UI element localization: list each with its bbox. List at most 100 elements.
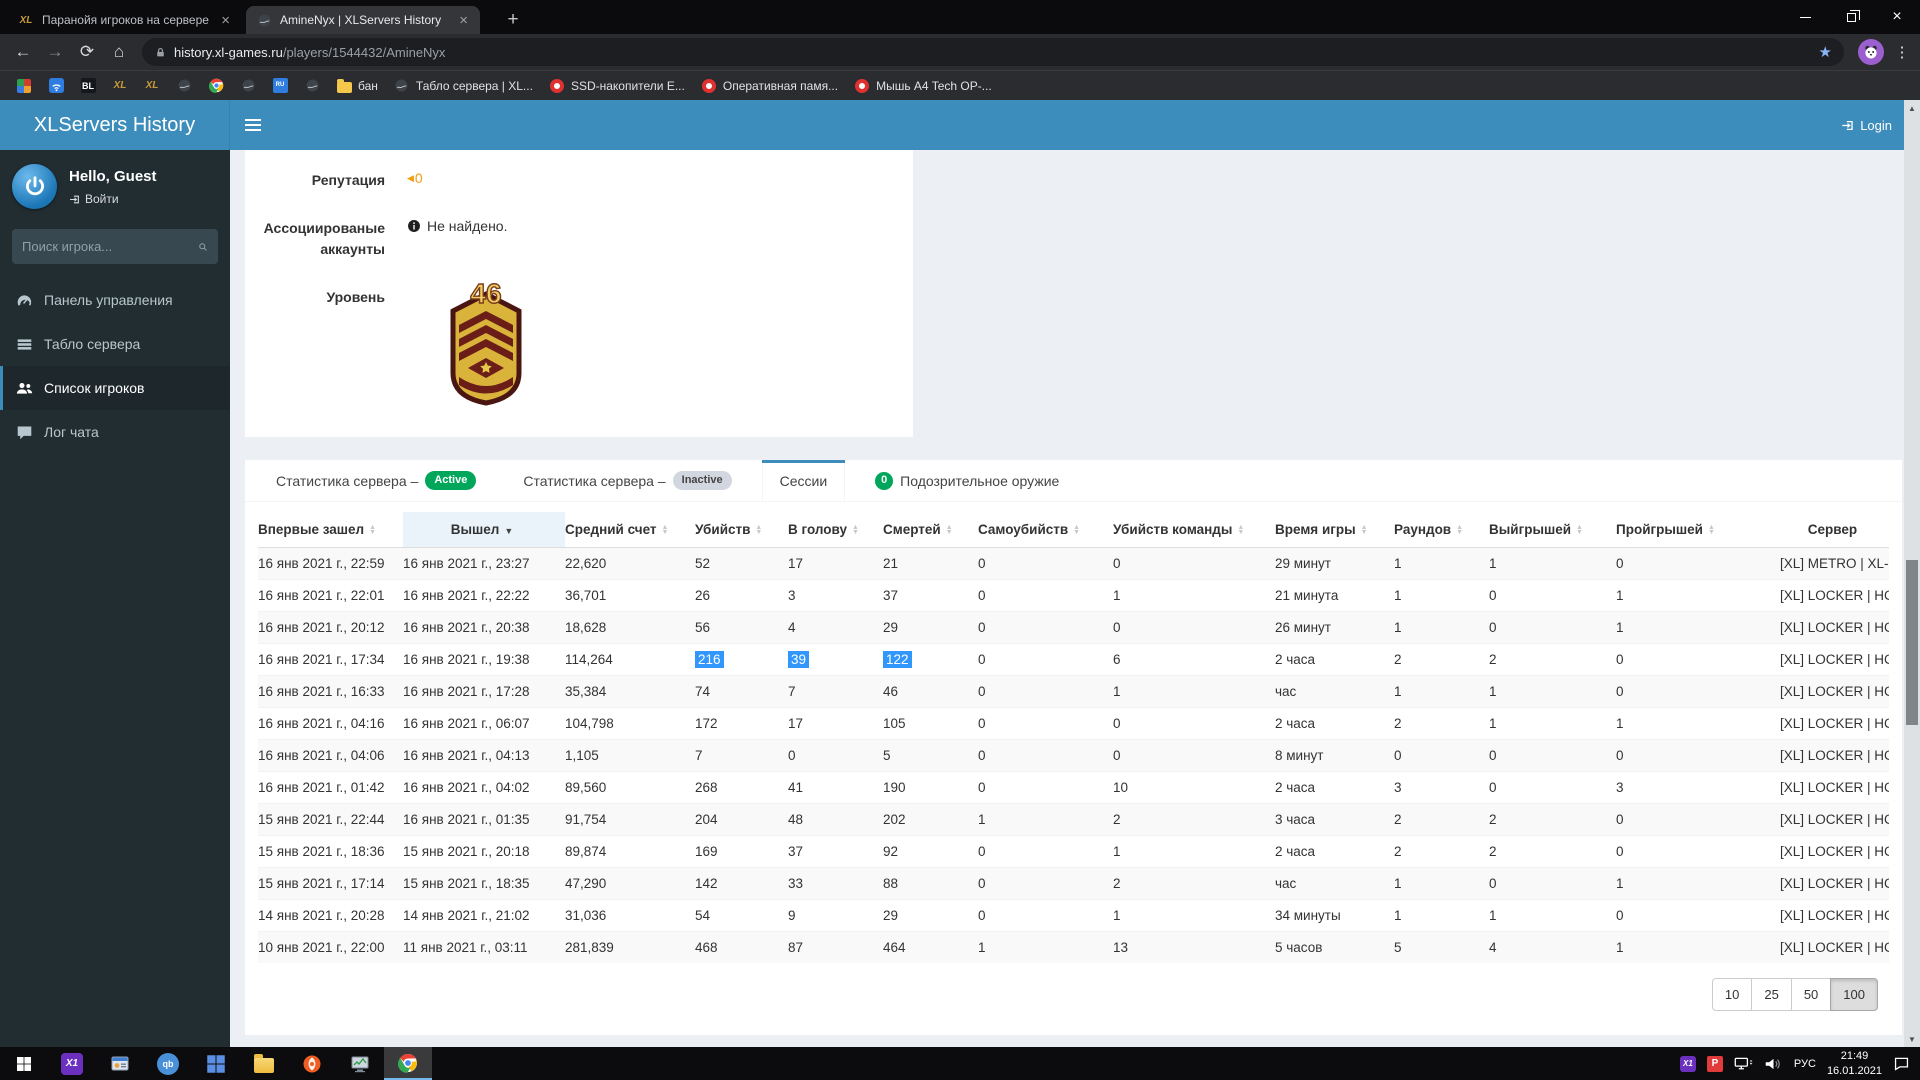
column-header-Раундов[interactable]: Раундов ▲ ▼ bbox=[1394, 512, 1489, 548]
x1-tray-icon[interactable]: X1 bbox=[1679, 1055, 1696, 1072]
bookmark-item[interactable]: Табло сервера | XL... bbox=[388, 76, 539, 96]
cell: 142 bbox=[695, 867, 788, 900]
table-row: 15 янв 2021 г., 18:36 15 янв 2021 г., 20:… bbox=[258, 835, 1889, 868]
forward-button[interactable]: → bbox=[40, 38, 70, 66]
browser-profile-avatar[interactable] bbox=[1858, 39, 1884, 65]
column-header-Пройгрышей[interactable]: Пройгрышей ▲ ▼ bbox=[1616, 512, 1780, 548]
sidebar-item-table[interactable]: Табло сервера bbox=[0, 322, 230, 366]
stats-card: Статистика сервера – Active Статистика сер… bbox=[245, 460, 1902, 1035]
level-label: Уровень bbox=[326, 288, 385, 305]
taskbar-app-origin[interactable] bbox=[288, 1047, 336, 1080]
header-login-button[interactable]: Login bbox=[1841, 100, 1892, 150]
bookmark-item[interactable] bbox=[202, 76, 230, 96]
scrollbar-thumb[interactable] bbox=[1906, 560, 1918, 725]
bookmark-item[interactable]: BL bbox=[74, 76, 102, 96]
tab-server-stats-1[interactable]: Статистика сервера – Active bbox=[259, 460, 493, 501]
column-header-Время игры[interactable]: Время игры ▲ ▼ bbox=[1275, 512, 1394, 548]
page-size-100[interactable]: 100 bbox=[1830, 978, 1878, 1011]
bookmark-item[interactable]: Мышь A4 Tech OP-... bbox=[848, 76, 998, 96]
page-size-25[interactable]: 25 bbox=[1751, 978, 1792, 1011]
sidebar-toggle-button[interactable] bbox=[230, 100, 276, 150]
start-button[interactable] bbox=[0, 1047, 48, 1080]
table-row: 14 янв 2021 г., 20:28 14 янв 2021 г., 21:… bbox=[258, 899, 1889, 932]
column-header-Убийств[interactable]: Убийств ▲ ▼ bbox=[695, 512, 788, 548]
sidebar-item-players[interactable]: Список игроков bbox=[0, 366, 230, 410]
cell: 16 янв 2021 г., 04:06 bbox=[258, 739, 403, 772]
window-minimize-button[interactable] bbox=[1782, 0, 1828, 34]
language-indicator[interactable]: РУС bbox=[1794, 1058, 1816, 1070]
taskbar-app-x1[interactable]: X1 bbox=[48, 1047, 96, 1080]
window-close-button[interactable]: × bbox=[1874, 0, 1920, 34]
player-search-input[interactable] bbox=[22, 239, 198, 254]
network-icon[interactable] bbox=[1734, 1057, 1753, 1071]
bookmark-item[interactable]: бан bbox=[330, 76, 384, 96]
tab-suspicious-weapons[interactable]: 0 Подозрительное оружие bbox=[858, 460, 1076, 501]
tab-server-stats-2[interactable]: Статистика сервера – Inactive bbox=[506, 460, 748, 501]
reload-button[interactable]: ⟳ bbox=[72, 38, 102, 66]
address-bar[interactable]: history.xl-games.ru/players/1544432/Amin… bbox=[142, 38, 1844, 66]
sidebar-item-label: Список игроков bbox=[44, 380, 145, 396]
wifi-icon bbox=[48, 78, 64, 94]
column-header-Смертей[interactable]: Смертей ▲ ▼ bbox=[883, 512, 978, 548]
page-size-10[interactable]: 10 bbox=[1711, 978, 1753, 1011]
bookmark-star-icon[interactable]: ★ bbox=[1819, 43, 1832, 61]
browser-tab-active[interactable]: AmineNyx | XLServers History × bbox=[246, 6, 480, 34]
cell: 87 bbox=[788, 931, 883, 963]
column-header-В голову[interactable]: В голову ▲ ▼ bbox=[788, 512, 883, 548]
column-header-Вышел[interactable]: Вышел ▼ bbox=[403, 512, 565, 548]
column-header-Средний счет[interactable]: Средний счет ▲ ▼ bbox=[565, 512, 695, 548]
taskbar-app-sysprop[interactable] bbox=[96, 1047, 144, 1080]
bookmark-item[interactable] bbox=[298, 76, 326, 96]
taskbar-app-chrome[interactable] bbox=[384, 1047, 432, 1080]
cell: 47,290 bbox=[565, 867, 695, 900]
browser-menu-button[interactable]: ⋮ bbox=[1892, 43, 1912, 61]
action-center-icon[interactable] bbox=[1893, 1055, 1910, 1072]
page-scrollbar[interactable]: ▲ ▼ bbox=[1904, 100, 1920, 1047]
bookmark-item[interactable]: RU bbox=[266, 76, 294, 96]
back-button[interactable]: ← bbox=[8, 38, 38, 66]
column-header-Убийств команды[interactable]: Убийств команды ▲ ▼ bbox=[1113, 512, 1275, 548]
column-header-Самоубийств[interactable]: Самоубийств ▲ ▼ bbox=[978, 512, 1113, 548]
table-row: 16 янв 2021 г., 17:34 16 янв 2021 г., 19:… bbox=[258, 643, 1889, 676]
bookmark-item[interactable] bbox=[10, 76, 38, 96]
page-size-50[interactable]: 50 bbox=[1790, 978, 1832, 1011]
search-icon[interactable] bbox=[198, 240, 208, 254]
bookmark-item[interactable]: XL bbox=[138, 76, 166, 96]
taskbar-app-taskmgr[interactable] bbox=[336, 1047, 384, 1080]
bookmark-item[interactable] bbox=[234, 76, 262, 96]
bookmark-item[interactable] bbox=[42, 76, 70, 96]
svg-text:46: 46 bbox=[470, 278, 501, 309]
web-page: XLServers History Login Hello, Guest Вой… bbox=[0, 100, 1920, 1047]
home-button[interactable]: ⌂ bbox=[104, 38, 134, 66]
new-tab-button[interactable]: + bbox=[500, 7, 526, 33]
punto-switcher-icon[interactable]: P bbox=[1706, 1055, 1723, 1072]
bookmark-item[interactable]: SSD-накопители E... bbox=[543, 76, 691, 96]
taskbar-app-folder[interactable] bbox=[240, 1047, 288, 1080]
volume-icon[interactable] bbox=[1764, 1057, 1783, 1071]
tab-close-icon[interactable]: × bbox=[457, 13, 470, 28]
cell: 14 янв 2021 г., 21:02 bbox=[403, 899, 565, 932]
scroll-down-icon[interactable]: ▼ bbox=[1904, 1031, 1920, 1047]
tab-badge: Active bbox=[425, 471, 477, 490]
column-header-Впервые зашел[interactable]: Впервые зашел ▲ ▼ bbox=[258, 512, 403, 548]
window-restore-button[interactable] bbox=[1828, 0, 1874, 34]
site-brand[interactable]: XLServers History bbox=[0, 100, 230, 150]
tab-close-icon[interactable]: × bbox=[219, 13, 232, 28]
browser-tab-inactive[interactable]: XL Паранойя игроков на сервере × bbox=[8, 6, 242, 34]
bookmark-item[interactable]: XL bbox=[106, 76, 134, 96]
bookmark-item[interactable]: Оперативная памя... bbox=[695, 76, 844, 96]
sidebar-item-gauge[interactable]: Панель управления bbox=[0, 278, 230, 322]
scroll-up-icon[interactable]: ▲ bbox=[1904, 100, 1920, 116]
qbittorrent-icon: qb bbox=[157, 1052, 179, 1075]
tab-sessions[interactable]: Сессии bbox=[761, 460, 846, 501]
bookmark-item[interactable] bbox=[170, 76, 198, 96]
cell: 2 часа bbox=[1275, 835, 1394, 868]
cell: 37 bbox=[883, 579, 978, 612]
sidebar-login-link[interactable]: Войти bbox=[69, 192, 157, 206]
sidebar-item-chat[interactable]: Лог чата bbox=[0, 410, 230, 454]
cell: 0 bbox=[1113, 547, 1275, 580]
taskbar-app-winblue[interactable] bbox=[192, 1047, 240, 1080]
column-header-Выйгрышей[interactable]: Выйгрышей ▲ ▼ bbox=[1489, 512, 1616, 548]
taskbar-app-qb[interactable]: qb bbox=[144, 1047, 192, 1080]
taskbar-clock[interactable]: 21:49 16.01.2021 bbox=[1827, 1049, 1882, 1079]
